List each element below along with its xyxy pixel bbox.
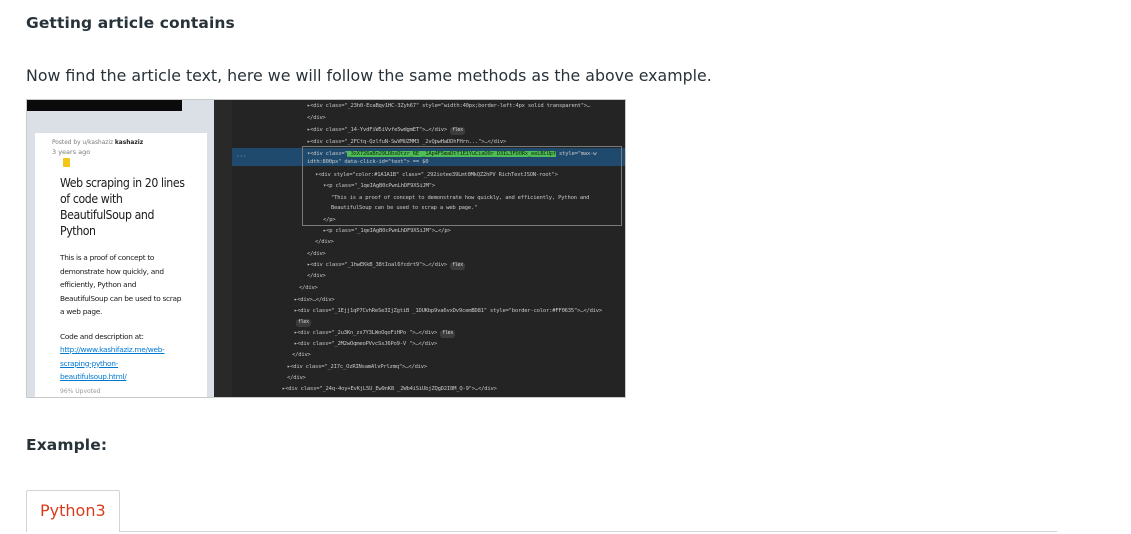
dt-line: ▸<div class="_1Ejj1qP7CvhReSe3IjZgtiB _1… xyxy=(294,308,603,314)
tab-bar-border xyxy=(119,531,1057,532)
dt-line: </div> xyxy=(299,285,318,291)
dt-line: ▾<div style="color:#1A1A1B" class="_292i… xyxy=(315,172,558,178)
dt-line: </div> xyxy=(307,251,326,257)
devtools-elements-panel: ··· ▸<div class="_23h0-EcaBqv1HC-3Zyh67"… xyxy=(232,100,625,397)
dt-line: ▸<div>…</div> xyxy=(294,297,335,303)
dt-line: ▸<div class="_1hwEKkB_38tIoal6fcdrt9">…<… xyxy=(307,262,465,270)
dt-line: </div> xyxy=(315,239,334,245)
post-link: http://www.kashifaziz.me/web-scraping-py… xyxy=(60,345,165,382)
dt-line: ▸<p class="_1qeIAgB0cPwnLhDF9XSiJM">…</p… xyxy=(323,228,451,234)
post-body: This is a proof of concept to demonstrat… xyxy=(60,253,182,317)
section-heading-getting-article: Getting article contains xyxy=(26,14,235,32)
dt-line: ▸<div class="_2M2wOqmeoPVvcSsJ6Po9-V ">…… xyxy=(294,341,438,347)
post-code-label: Code and description at: xyxy=(60,332,144,341)
dt-line: </div> xyxy=(292,352,311,358)
post-title: Web scraping in 20 lines of code with Be… xyxy=(60,176,185,238)
dt-line: ▸<div class="_24q-4oy+EvKjL5U_Ew9nK8 _2W… xyxy=(282,386,497,392)
dt-line-selected: ▾<div class="_3xX726aBn29LDbsDtzr_6E _1A… xyxy=(307,151,597,157)
dt-line: flex xyxy=(296,319,311,327)
dt-line: ▸<div class="_2u3Kn_zs7Y3LWoOqoFiHPo ">…… xyxy=(294,330,456,338)
upvoted-stat: 96% Upvoted xyxy=(60,388,101,395)
devtools-screenshot-image: Posted by u/kashaziz kashaziz 3 years ag… xyxy=(26,99,626,398)
post-age: 3 years ago xyxy=(52,148,91,156)
dt-line: "This is a proof of concept to demonstra… xyxy=(331,195,590,201)
dt-line: ▸<div class="_2FCtq-QzlfuN-SwVMUZMM3 _2v… xyxy=(307,139,507,145)
post-author: Posted by u/kashaziz kashaziz xyxy=(52,138,144,146)
dt-line: ▸<div class="_23h0-EcaBqv1HC-3Zyh67" sty… xyxy=(307,103,591,109)
scroll-gutter xyxy=(214,100,232,397)
devtools-ellipsis: ··· xyxy=(236,153,247,160)
dt-line: </p> xyxy=(323,217,336,223)
dt-line: idth:800px" data-click-id="text"> == $0 xyxy=(307,159,429,165)
intro-paragraph: Now find the article text, here we will … xyxy=(26,66,712,85)
dt-line: </div> xyxy=(287,375,306,381)
dt-line: ▸<div class="_2I7c_OzRINsamAlvPrlzmq">…<… xyxy=(287,364,428,370)
dt-line: </div> xyxy=(307,273,326,279)
dt-line: BeautifulSoup can be used to scrap a web… xyxy=(331,205,478,211)
section-heading-example: Example: xyxy=(26,436,108,454)
tab-python3-label: Python3 xyxy=(40,501,106,520)
tab-python3[interactable]: Python3 xyxy=(26,490,120,532)
award-icon xyxy=(63,158,70,167)
reddit-top-bar xyxy=(27,100,182,111)
dt-line: </div> xyxy=(307,115,326,121)
dt-line: ▸<div class="_14-YvdFiW5iVvfe5wdgmET">…<… xyxy=(307,127,465,135)
dt-line: ▾<p class="_1qeIAgB0cPwnLhDF9XSiJM"> xyxy=(323,183,436,189)
